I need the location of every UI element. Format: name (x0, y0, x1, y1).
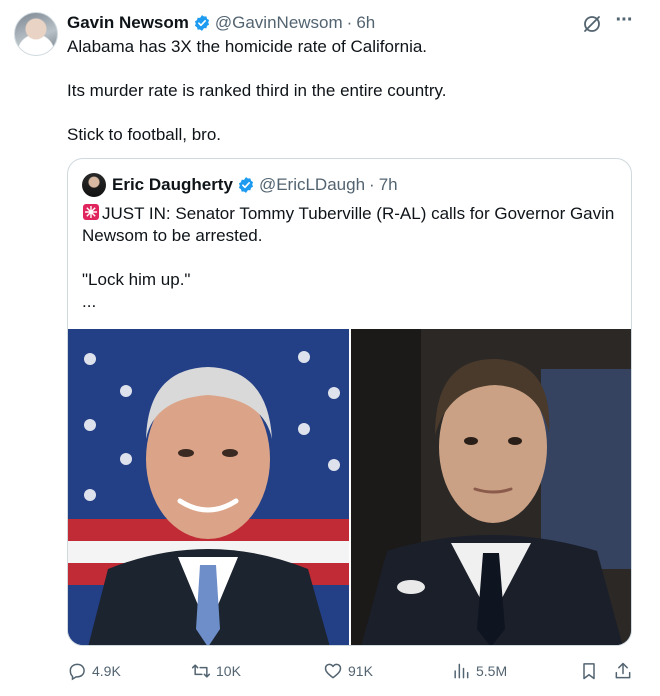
quoted-more: ... (82, 292, 97, 311)
quoted-timestamp[interactable]: 7h (379, 175, 398, 195)
repost-button[interactable]: 10K (191, 658, 241, 684)
repost-icon (191, 664, 211, 678)
quoted-avatar[interactable] (82, 173, 106, 197)
photo-tuberville[interactable] (68, 329, 349, 645)
share-icon (615, 662, 631, 679)
views-button[interactable]: 5.5M (451, 658, 507, 684)
tweet: Gavin Newsom @GavinNewsom · 6h ··· Alaba… (0, 0, 660, 696)
like-button[interactable]: 91K (323, 658, 373, 684)
quoted-author-name[interactable]: Eric Daugherty (112, 175, 233, 195)
media-grid (68, 329, 631, 645)
views-count: 5.5M (476, 663, 508, 679)
reply-button[interactable]: 4.9K (67, 658, 121, 684)
separator: · (346, 13, 353, 32)
tweet-text: Alabama has 3X the homicide rate of Cali… (67, 36, 637, 168)
action-bar: 4.9K 10K 91K 5.5M (67, 658, 637, 684)
bookmark-button[interactable] (579, 658, 599, 684)
author-name[interactable]: Gavin Newsom (67, 13, 189, 33)
quoted-header: Eric Daugherty @EricLDaugh · 7h (112, 175, 398, 195)
quoted-line: "Lock him up." (82, 270, 191, 289)
verified-badge-icon (194, 15, 209, 31)
reply-icon (69, 663, 85, 681)
grok-icon[interactable] (582, 14, 602, 34)
like-icon (324, 663, 342, 679)
views-icon (454, 663, 469, 679)
timestamp[interactable]: 6h (356, 13, 375, 33)
more-icon[interactable]: ··· (612, 10, 636, 34)
repost-count: 10K (216, 663, 241, 679)
author-handle[interactable]: @GavinNewsom (215, 13, 343, 33)
portrait-left-image (68, 329, 349, 645)
reply-count: 4.9K (92, 663, 121, 679)
avatar[interactable] (14, 12, 58, 56)
rotating-light-icon (83, 204, 99, 220)
quoted-tweet[interactable]: Eric Daugherty @EricLDaugh · 7h JUST IN:… (67, 158, 632, 646)
quoted-line: JUST IN: Senator Tommy Tuberville (R-AL)… (82, 203, 622, 247)
quoted-text: JUST IN: Senator Tommy Tuberville (R-AL)… (82, 203, 622, 335)
tweet-line: Its murder rate is ranked third in the e… (67, 81, 447, 100)
share-button[interactable] (613, 658, 633, 684)
photo-newsom[interactable] (351, 329, 631, 645)
like-count: 91K (348, 663, 373, 679)
tweet-header: Gavin Newsom @GavinNewsom · 6h (67, 12, 375, 34)
tweet-line: Stick to football, bro. (67, 125, 222, 144)
bookmark-icon (583, 663, 595, 680)
verified-badge-icon (238, 177, 253, 193)
separator: · (369, 175, 375, 194)
tweet-line: Alabama has 3X the homicide rate of Cali… (67, 37, 428, 56)
quoted-handle[interactable]: @EricLDaugh (259, 175, 365, 195)
portrait-right-image (351, 329, 631, 645)
quoted-line-text: JUST IN: Senator Tommy Tuberville (R-AL)… (82, 204, 615, 245)
